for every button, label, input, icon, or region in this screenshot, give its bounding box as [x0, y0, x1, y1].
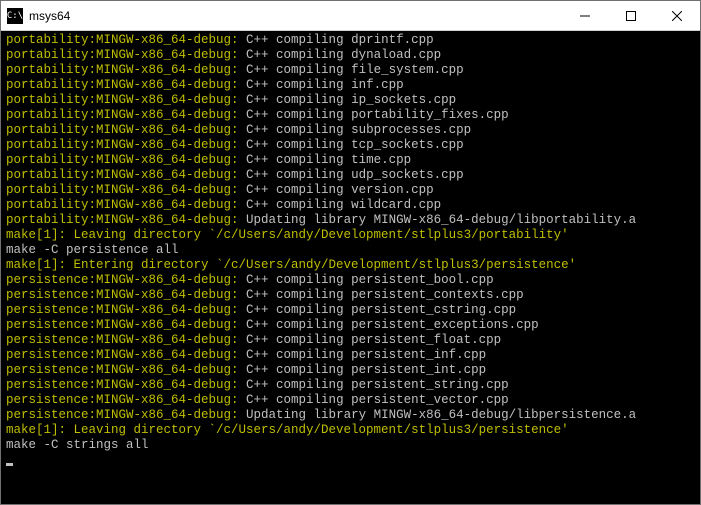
terminal-line: portability:MINGW-x86_64-debug: C++ comp…: [6, 123, 695, 138]
cursor-icon: [6, 463, 13, 466]
app-icon: C:\: [7, 8, 23, 24]
build-message: C++ compiling subprocesses.cpp: [239, 123, 472, 137]
minimize-button[interactable]: [562, 1, 608, 30]
terminal-line: portability:MINGW-x86_64-debug: Updating…: [6, 213, 695, 228]
build-message: C++ compiling dprintf.cpp: [239, 33, 434, 47]
build-message: C++ compiling portability_fixes.cpp: [239, 108, 509, 122]
terminal-line: portability:MINGW-x86_64-debug: C++ comp…: [6, 63, 695, 78]
window: C:\ msys64 portability:MINGW-x86_64-debu…: [0, 0, 701, 505]
build-message: C++ compiling version.cpp: [239, 183, 434, 197]
build-message: C++ compiling persistent_bool.cpp: [239, 273, 494, 287]
build-prefix: portability:MINGW-x86_64-debug:: [6, 153, 239, 167]
make-directory-message: make[1]: Leaving directory `/c/Users/and…: [6, 228, 569, 242]
terminal-line: persistence:MINGW-x86_64-debug: C++ comp…: [6, 378, 695, 393]
terminal-output[interactable]: portability:MINGW-x86_64-debug: C++ comp…: [1, 31, 700, 504]
terminal-line: portability:MINGW-x86_64-debug: C++ comp…: [6, 153, 695, 168]
build-prefix: persistence:MINGW-x86_64-debug:: [6, 333, 239, 347]
terminal-line: portability:MINGW-x86_64-debug: C++ comp…: [6, 168, 695, 183]
build-message: C++ compiling persistent_string.cpp: [239, 378, 509, 392]
build-message: make -C strings all: [6, 438, 149, 452]
build-prefix: persistence:MINGW-x86_64-debug:: [6, 273, 239, 287]
build-prefix: portability:MINGW-x86_64-debug:: [6, 33, 239, 47]
build-message: C++ compiling persistent_vector.cpp: [239, 393, 509, 407]
build-message: C++ compiling inf.cpp: [239, 78, 404, 92]
terminal-line: make[1]: Leaving directory `/c/Users/and…: [6, 228, 695, 243]
build-message: C++ compiling dynaload.cpp: [239, 48, 442, 62]
build-prefix: persistence:MINGW-x86_64-debug:: [6, 348, 239, 362]
terminal-line: portability:MINGW-x86_64-debug: C++ comp…: [6, 93, 695, 108]
build-prefix: persistence:MINGW-x86_64-debug:: [6, 378, 239, 392]
build-message: C++ compiling tcp_sockets.cpp: [239, 138, 464, 152]
terminal-line: persistence:MINGW-x86_64-debug: C++ comp…: [6, 303, 695, 318]
build-prefix: portability:MINGW-x86_64-debug:: [6, 108, 239, 122]
terminal-line: portability:MINGW-x86_64-debug: C++ comp…: [6, 183, 695, 198]
build-prefix: portability:MINGW-x86_64-debug:: [6, 198, 239, 212]
terminal-line: portability:MINGW-x86_64-debug: C++ comp…: [6, 48, 695, 63]
build-prefix: persistence:MINGW-x86_64-debug:: [6, 318, 239, 332]
terminal-line: persistence:MINGW-x86_64-debug: C++ comp…: [6, 393, 695, 408]
build-prefix: persistence:MINGW-x86_64-debug:: [6, 393, 239, 407]
build-prefix: portability:MINGW-x86_64-debug:: [6, 168, 239, 182]
make-directory-message: make[1]: Entering directory `/c/Users/an…: [6, 258, 576, 272]
make-directory-message: make[1]: Leaving directory `/c/Users/and…: [6, 423, 569, 437]
minimize-icon: [580, 11, 590, 21]
build-message: C++ compiling persistent_contexts.cpp: [239, 288, 524, 302]
terminal-line: make[1]: Leaving directory `/c/Users/and…: [6, 423, 695, 438]
build-prefix: portability:MINGW-x86_64-debug:: [6, 183, 239, 197]
build-message: C++ compiling persistent_exceptions.cpp: [239, 318, 539, 332]
maximize-button[interactable]: [608, 1, 654, 30]
build-prefix: persistence:MINGW-x86_64-debug:: [6, 363, 239, 377]
build-message: C++ compiling time.cpp: [239, 153, 412, 167]
build-message: C++ compiling persistent_inf.cpp: [239, 348, 487, 362]
terminal-line: make -C strings all: [6, 438, 695, 453]
titlebar[interactable]: C:\ msys64: [1, 1, 700, 31]
build-prefix: persistence:MINGW-x86_64-debug:: [6, 408, 239, 422]
terminal-line: make -C persistence all: [6, 243, 695, 258]
maximize-icon: [626, 11, 636, 21]
close-icon: [672, 11, 682, 21]
close-button[interactable]: [654, 1, 700, 30]
build-message: C++ compiling persistent_float.cpp: [239, 333, 502, 347]
window-title: msys64: [29, 9, 562, 23]
build-prefix: portability:MINGW-x86_64-debug:: [6, 123, 239, 137]
terminal-line: persistence:MINGW-x86_64-debug: Updating…: [6, 408, 695, 423]
build-message: C++ compiling file_system.cpp: [239, 63, 464, 77]
build-prefix: persistence:MINGW-x86_64-debug:: [6, 288, 239, 302]
terminal-line: portability:MINGW-x86_64-debug: C++ comp…: [6, 33, 695, 48]
build-message: C++ compiling persistent_int.cpp: [239, 363, 487, 377]
terminal-line: persistence:MINGW-x86_64-debug: C++ comp…: [6, 348, 695, 363]
terminal-line: make[1]: Entering directory `/c/Users/an…: [6, 258, 695, 273]
terminal-line: portability:MINGW-x86_64-debug: C++ comp…: [6, 108, 695, 123]
build-message: C++ compiling ip_sockets.cpp: [239, 93, 457, 107]
window-controls: [562, 1, 700, 30]
terminal-line: portability:MINGW-x86_64-debug: C++ comp…: [6, 138, 695, 153]
terminal-line: portability:MINGW-x86_64-debug: C++ comp…: [6, 198, 695, 213]
build-message: Updating library MINGW-x86_64-debug/libp…: [239, 408, 637, 422]
terminal-line: persistence:MINGW-x86_64-debug: C++ comp…: [6, 363, 695, 378]
build-message: make -C persistence all: [6, 243, 179, 257]
build-prefix: portability:MINGW-x86_64-debug:: [6, 213, 239, 227]
build-message: C++ compiling wildcard.cpp: [239, 198, 442, 212]
build-prefix: portability:MINGW-x86_64-debug:: [6, 63, 239, 77]
build-message: Updating library MINGW-x86_64-debug/libp…: [239, 213, 637, 227]
terminal-line: persistence:MINGW-x86_64-debug: C++ comp…: [6, 288, 695, 303]
build-prefix: portability:MINGW-x86_64-debug:: [6, 78, 239, 92]
build-message: C++ compiling persistent_cstring.cpp: [239, 303, 517, 317]
build-prefix: portability:MINGW-x86_64-debug:: [6, 48, 239, 62]
terminal-cursor-line: [6, 453, 695, 468]
build-prefix: persistence:MINGW-x86_64-debug:: [6, 303, 239, 317]
terminal-line: persistence:MINGW-x86_64-debug: C++ comp…: [6, 333, 695, 348]
terminal-line: persistence:MINGW-x86_64-debug: C++ comp…: [6, 318, 695, 333]
terminal-line: portability:MINGW-x86_64-debug: C++ comp…: [6, 78, 695, 93]
build-message: C++ compiling udp_sockets.cpp: [239, 168, 464, 182]
build-prefix: portability:MINGW-x86_64-debug:: [6, 93, 239, 107]
terminal-line: persistence:MINGW-x86_64-debug: C++ comp…: [6, 273, 695, 288]
build-prefix: portability:MINGW-x86_64-debug:: [6, 138, 239, 152]
